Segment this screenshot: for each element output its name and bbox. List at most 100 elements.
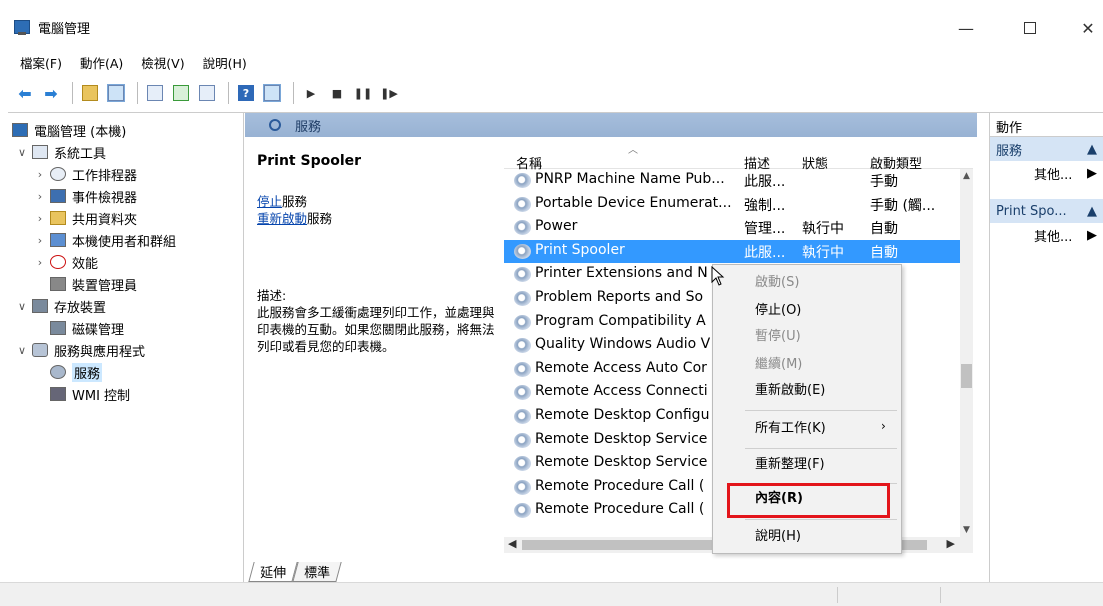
folder-up-icon [82, 85, 98, 101]
stop-service-button[interactable]: ■ [326, 82, 348, 104]
chevron-right-icon[interactable]: › [34, 212, 46, 225]
description-label: 描述: [257, 288, 287, 303]
tree-item-system-tools[interactable]: ∨ 系統工具 [8, 141, 243, 163]
cell-name: Print Spooler [535, 241, 625, 258]
table-row[interactable]: PNRP Machine Name Pub... 此服... 手動 [504, 169, 960, 192]
title-bar: 電腦管理 — ✕ [0, 0, 1103, 50]
table-row[interactable]: Print Spooler 此服... 執行中 自動 [504, 239, 960, 263]
service-gear-icon [514, 314, 531, 330]
tree-item-services-apps[interactable]: ∨ 服務與應用程式 [8, 339, 243, 361]
actions-section-services[interactable]: 服務 ▲ [990, 137, 1103, 161]
chevron-right-icon[interactable]: › [34, 234, 46, 247]
tree-item-shared-folders[interactable]: › 共用資料夾 [8, 207, 243, 229]
cell-name: Remote Desktop Service [535, 430, 708, 447]
action-more-services[interactable]: 其他... ▶ [990, 161, 1103, 185]
tree-item-root[interactable]: 電腦管理 (本機) [8, 119, 243, 141]
help-toolbar-button[interactable]: ? [235, 82, 257, 104]
context-refresh[interactable]: 重新整理(F) [755, 453, 895, 477]
tree-label: 效能 [72, 256, 99, 272]
refresh-button[interactable] [170, 82, 192, 104]
scroll-right-icon[interactable]: ▶ [947, 537, 955, 550]
tree-label: 磁碟管理 [72, 322, 125, 338]
back-button[interactable]: ⬅ [14, 82, 36, 104]
tab-extended[interactable]: 延伸 [248, 562, 298, 582]
table-row[interactable]: Portable Device Enumerat... 強制... 手動 (觸... [504, 193, 960, 216]
restart-service-link[interactable]: 重新啟動 [257, 211, 307, 226]
maximize-button[interactable] [1007, 10, 1053, 46]
main-area: 電腦管理 (本機) ∨ 系統工具 › 工作排程器 › 事件檢視器 › 共用資料夾… [8, 112, 1103, 583]
menu-help[interactable]: 說明(H) [203, 53, 247, 72]
tree-item-wmi[interactable]: WMI 控制 [8, 383, 243, 405]
tree-item-performance[interactable]: › 效能 [8, 251, 243, 273]
action-more-print-spooler[interactable]: 其他... ▶ [990, 223, 1103, 247]
action-pane-icon [263, 84, 281, 102]
search-icon [269, 119, 281, 131]
chevron-right-icon[interactable]: › [34, 256, 46, 269]
services-header-title: 服務 [295, 119, 322, 135]
chevron-down-icon[interactable]: ∨ [16, 300, 28, 313]
forward-button[interactable]: ➡ [40, 82, 62, 104]
context-start[interactable]: 啟動(S) [755, 271, 895, 295]
clock-icon [50, 167, 66, 181]
cell-name: Quality Windows Audio V [535, 336, 711, 353]
pause-service-button[interactable]: ❚❚ [352, 82, 374, 104]
tree-item-event-viewer[interactable]: › 事件檢視器 [8, 185, 243, 207]
chevron-down-icon[interactable]: ∨ [16, 344, 28, 357]
context-pause[interactable]: 暫停(U) [755, 325, 895, 349]
action-label: 其他... [1034, 167, 1073, 183]
tree-item-local-users[interactable]: › 本機使用者和群組 [8, 229, 243, 251]
cell-description: 強制... [744, 197, 786, 214]
tab-label: 延伸 [260, 566, 287, 581]
cell-name: Remote Access Connecti [535, 383, 708, 400]
context-help[interactable]: 說明(H) [755, 525, 895, 549]
stop-service-link[interactable]: 停止 [257, 194, 282, 209]
up-level-button[interactable] [79, 82, 101, 104]
scroll-thumb[interactable] [961, 364, 972, 388]
window-title: 電腦管理 [38, 22, 91, 37]
toolbar-separator [137, 82, 138, 104]
export-list-button[interactable] [196, 82, 218, 104]
chevron-down-icon[interactable]: ∨ [16, 146, 28, 159]
menu-action[interactable]: 動作(A) [80, 53, 123, 72]
services-apps-icon [32, 343, 48, 357]
tree-label: 事件檢視器 [72, 190, 138, 206]
minimize-button[interactable]: — [943, 10, 989, 46]
close-button[interactable]: ✕ [1065, 10, 1103, 46]
context-stop[interactable]: 停止(O) [755, 299, 895, 323]
tree-item-device-manager[interactable]: 裝置管理員 [8, 273, 243, 295]
menu-file[interactable]: 檔案(F) [20, 53, 62, 72]
service-gear-icon [514, 456, 531, 472]
collapse-up-icon: ▲ [1087, 203, 1097, 219]
context-restart[interactable]: 重新啟動(E) [755, 379, 895, 403]
tree-item-task-scheduler[interactable]: › 工作排程器 [8, 163, 243, 185]
context-resume[interactable]: 繼續(M) [755, 353, 895, 377]
show-hide-action-pane-button[interactable] [261, 82, 283, 104]
scroll-up-icon[interactable]: ▲ [960, 171, 973, 181]
menu-view[interactable]: 檢視(V) [141, 53, 184, 72]
tab-standard[interactable]: 標準 [292, 562, 342, 582]
start-service-button[interactable]: ▶ [300, 82, 322, 104]
chevron-right-icon[interactable]: › [34, 168, 46, 181]
status-bar [0, 582, 1103, 606]
table-row[interactable]: Power 管理... 執行中 自動 [504, 216, 960, 239]
vertical-scrollbar[interactable]: ▲ ▼ [960, 169, 973, 537]
tree-item-disk-management[interactable]: 磁碟管理 [8, 317, 243, 339]
tree-label: 裝置管理員 [72, 278, 138, 294]
tree-item-services[interactable]: 服務 [8, 361, 243, 383]
service-gear-icon [514, 479, 531, 495]
chevron-right-icon[interactable]: › [34, 190, 46, 203]
restart-service-button[interactable]: ❚▶ [378, 82, 400, 104]
service-gear-icon [514, 385, 531, 401]
scroll-left-icon[interactable]: ◀ [508, 537, 516, 550]
properties-toolbar-button[interactable] [144, 82, 166, 104]
actions-section-print-spooler[interactable]: Print Spo... ▲ [990, 199, 1103, 223]
show-hide-tree-button[interactable] [105, 82, 127, 104]
context-all-tasks[interactable]: 所有工作(K) [755, 417, 895, 441]
submenu-arrow-icon: ▶ [1087, 227, 1097, 243]
selected-service-name: Print Spooler [257, 153, 362, 169]
service-gear-icon [514, 267, 531, 283]
scroll-down-icon[interactable]: ▼ [960, 525, 973, 535]
tree-item-storage[interactable]: ∨ 存放裝置 [8, 295, 243, 317]
service-gear-icon [514, 361, 531, 377]
cell-name: Program Compatibility A [535, 312, 706, 329]
